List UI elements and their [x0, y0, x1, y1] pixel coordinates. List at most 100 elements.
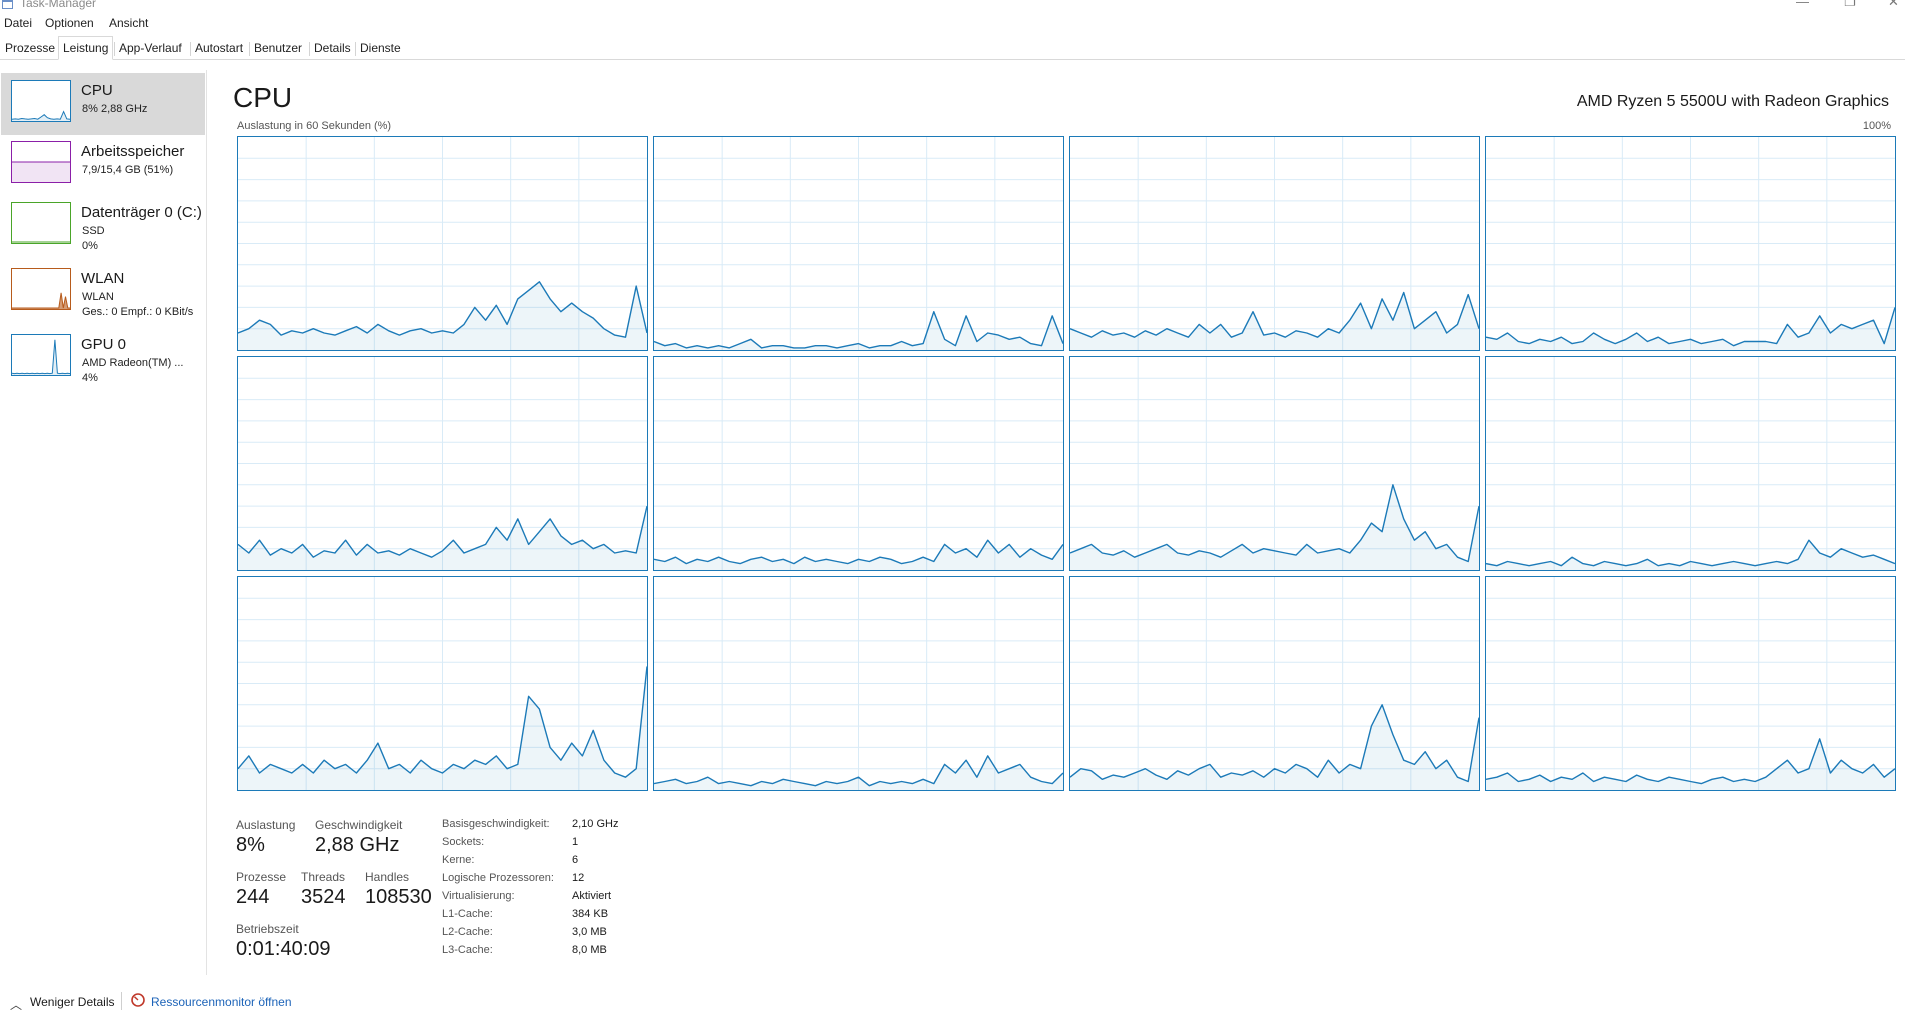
- menu-optionen[interactable]: Optionen: [45, 16, 94, 30]
- disk-thumbnail: [11, 202, 71, 244]
- sidebar-item-name: Arbeitsspeicher: [81, 143, 185, 160]
- thumbnail-sparkline: [12, 110, 70, 121]
- detail-value: 8,0 MB: [572, 944, 607, 956]
- core-graph-plot: [238, 357, 647, 570]
- chevron-up-icon[interactable]: ︿: [10, 996, 22, 1013]
- sidebar-item-arbeitsspeicher[interactable]: Arbeitsspeicher 7,9/15,4 GB (51%): [1, 134, 205, 196]
- core-graph-4: [237, 356, 648, 571]
- tab-bar: Prozesse Leistung App-Verlauf Autostart …: [0, 33, 1905, 60]
- core-graph-plot: [238, 577, 647, 790]
- core-graph-10: [1069, 576, 1480, 791]
- detail-key: L1-Cache:: [442, 908, 493, 920]
- threads-value: 3524: [301, 886, 346, 908]
- core-graph-11: [1485, 576, 1896, 791]
- tab-app-verlauf[interactable]: App-Verlauf: [115, 38, 186, 59]
- tab-details[interactable]: Details: [310, 38, 355, 59]
- sidebar-item-detail: 4%: [82, 372, 98, 384]
- graph-axis-label: Auslastung in 60 Sekunden (%): [237, 120, 392, 132]
- sidebar-item-gpu[interactable]: GPU 0 AMD Radeon(TM) ... 4%: [1, 327, 205, 389]
- sidebar-item-name: Datenträger 0 (C:): [81, 204, 202, 221]
- core-graph-plot: [1070, 357, 1479, 570]
- tab-dienste[interactable]: Dienste: [356, 38, 405, 59]
- auslastung-label: Auslastung: [236, 818, 296, 832]
- detail-key: Kerne:: [442, 854, 475, 866]
- cpu-thumbnail: [11, 80, 71, 122]
- title-bar: Task-Manager — ❐ ✕: [0, 0, 1905, 13]
- core-graph-7: [1485, 356, 1896, 571]
- resource-monitor-link[interactable]: Ressourcenmonitor öffnen: [151, 995, 292, 1009]
- core-graph-plot: [1486, 357, 1895, 570]
- core-graph-2: [1069, 136, 1480, 351]
- resource-monitor-icon[interactable]: [131, 993, 145, 1007]
- threads-label: Threads: [301, 870, 346, 884]
- menu-datei[interactable]: Datei: [4, 16, 32, 30]
- sidebar-item-name: CPU: [81, 82, 113, 99]
- geschwindigkeit-value: 2,88 GHz: [315, 834, 400, 856]
- close-icon[interactable]: ✕: [1888, 0, 1899, 10]
- core-graph-6: [1069, 356, 1480, 571]
- gpu-thumbnail: [11, 334, 71, 376]
- core-graph-plot: [1070, 137, 1479, 350]
- core-graph-9: [653, 576, 1064, 791]
- sidebar-item-name: WLAN: [81, 270, 125, 287]
- core-graph-plot: [238, 137, 647, 350]
- detail-value: 2,10 GHz: [572, 818, 619, 830]
- detail-value: 3,0 MB: [572, 926, 607, 938]
- sidebar-item-datentraeger[interactable]: Datenträger 0 (C:) SSD 0%: [1, 195, 205, 257]
- core-graph-0: [237, 136, 648, 351]
- betriebszeit-label: Betriebszeit: [236, 922, 299, 936]
- graph-axis-max: 100%: [1862, 120, 1891, 132]
- auslastung-value: 8%: [236, 834, 265, 856]
- thumbnail-fill: [12, 339, 70, 375]
- core-graph-8: [237, 576, 648, 791]
- sidebar-item-wlan[interactable]: WLAN WLAN Ges.: 0 Empf.: 0 KBit/s: [1, 261, 205, 323]
- detail-value: 1: [572, 836, 579, 848]
- window-title: Task-Manager: [20, 0, 97, 10]
- sidebar-item-detail: SSD: [82, 225, 105, 237]
- thumbnail-sparkline: [12, 339, 70, 375]
- minimize-icon[interactable]: —: [1796, 0, 1809, 9]
- tab-autostart[interactable]: Autostart: [191, 38, 247, 59]
- detail-key: Sockets:: [442, 836, 485, 848]
- core-graph-plot: [1486, 577, 1895, 790]
- detail-value: 12: [572, 872, 585, 884]
- restore-icon[interactable]: ❐: [1844, 0, 1856, 10]
- sidebar-item-detail: 0%: [82, 240, 98, 252]
- prozesse-label: Prozesse: [236, 870, 287, 884]
- detail-key: Logische Prozessoren:: [442, 872, 554, 884]
- core-graph-plot: [1070, 577, 1479, 790]
- memory-thumbnail: [11, 141, 71, 183]
- page-title: CPU: [233, 82, 293, 113]
- detail-key: Basisgeschwindigkeit:: [442, 818, 550, 830]
- core-graph-3: [1485, 136, 1896, 351]
- sidebar-item-detail: Ges.: 0 Empf.: 0 KBit/s: [82, 306, 194, 318]
- core-graph-1: [653, 136, 1064, 351]
- sidebar-item-cpu[interactable]: CPU 8% 2,88 GHz: [1, 73, 205, 135]
- prozesse-value: 244: [236, 886, 270, 908]
- processor-model: AMD Ryzen 5 5500U with Radeon Graphics: [1576, 93, 1889, 110]
- sidebar-item-detail: 7,9/15,4 GB (51%): [82, 164, 174, 176]
- tab-leistung[interactable]: Leistung: [58, 36, 114, 60]
- detail-value: 6: [572, 854, 579, 866]
- tab-prozesse[interactable]: Prozesse: [1, 38, 59, 59]
- handles-label: Handles: [365, 870, 410, 884]
- less-details-link[interactable]: Weniger Details: [30, 995, 114, 1009]
- tab-benutzer[interactable]: Benutzer: [250, 38, 306, 59]
- sidebar-item-detail: 8% 2,88 GHz: [82, 103, 148, 115]
- core-graph-plot: [654, 577, 1063, 790]
- thumbnail-sparkline: [12, 241, 70, 243]
- core-graph-5: [653, 356, 1064, 571]
- core-graph-plot: [654, 357, 1063, 570]
- core-graph-plot: [654, 137, 1063, 350]
- detail-key: Virtualisierung:: [442, 890, 515, 902]
- detail-value: Aktiviert: [572, 890, 612, 902]
- sidebar-item-detail: AMD Radeon(TM) ...: [82, 357, 184, 369]
- thumbnail-line: [12, 339, 70, 375]
- menu-ansicht[interactable]: Ansicht: [109, 16, 148, 30]
- thumbnail-sparkline: [12, 292, 70, 309]
- handles-value: 108530: [365, 886, 432, 908]
- footer-separator: [121, 992, 122, 1010]
- thumbnail-sparkline: [12, 161, 70, 182]
- sidebar-item-detail: WLAN: [82, 291, 114, 303]
- geschwindigkeit-label: Geschwindigkeit: [315, 818, 403, 832]
